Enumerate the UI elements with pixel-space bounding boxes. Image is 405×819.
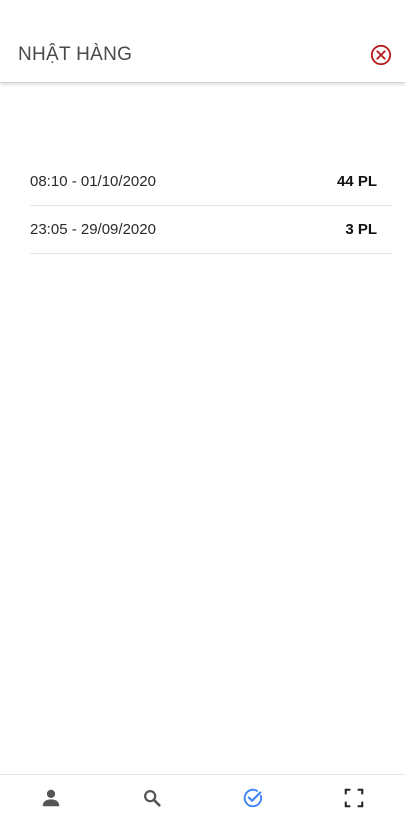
entry-time: 08:10 - 01/10/2020 bbox=[30, 173, 156, 190]
person-icon bbox=[42, 789, 59, 806]
bottom-navigation bbox=[0, 774, 405, 819]
entry-quantity: 44 PL bbox=[336, 173, 377, 190]
check-circle-icon bbox=[243, 788, 263, 807]
app-screen: NHẬT HÀNG 08:10 - 01/10/2020 44 PL 23:05… bbox=[0, 0, 405, 819]
entry-list: 08:10 - 01/10/2020 44 PL 23:05 - 29/09/2… bbox=[30, 158, 393, 254]
nav-check-button[interactable] bbox=[203, 775, 304, 819]
list-item[interactable]: 23:05 - 29/09/2020 3 PL bbox=[30, 206, 393, 254]
search-icon bbox=[143, 789, 161, 807]
page-title: NHẬT HÀNG bbox=[18, 44, 133, 65]
close-circle-icon bbox=[370, 44, 392, 66]
scan-icon bbox=[345, 788, 364, 807]
entry-quantity: 3 PL bbox=[345, 221, 377, 238]
nav-scan-button[interactable] bbox=[304, 775, 405, 819]
nav-profile-button[interactable] bbox=[0, 775, 101, 819]
nav-search-button[interactable] bbox=[101, 775, 202, 819]
header-bar: NHẬT HÀNG bbox=[0, 0, 405, 83]
list-item[interactable]: 08:10 - 01/10/2020 44 PL bbox=[30, 158, 393, 206]
close-button[interactable] bbox=[368, 42, 394, 68]
entry-time: 23:05 - 29/09/2020 bbox=[30, 221, 156, 238]
